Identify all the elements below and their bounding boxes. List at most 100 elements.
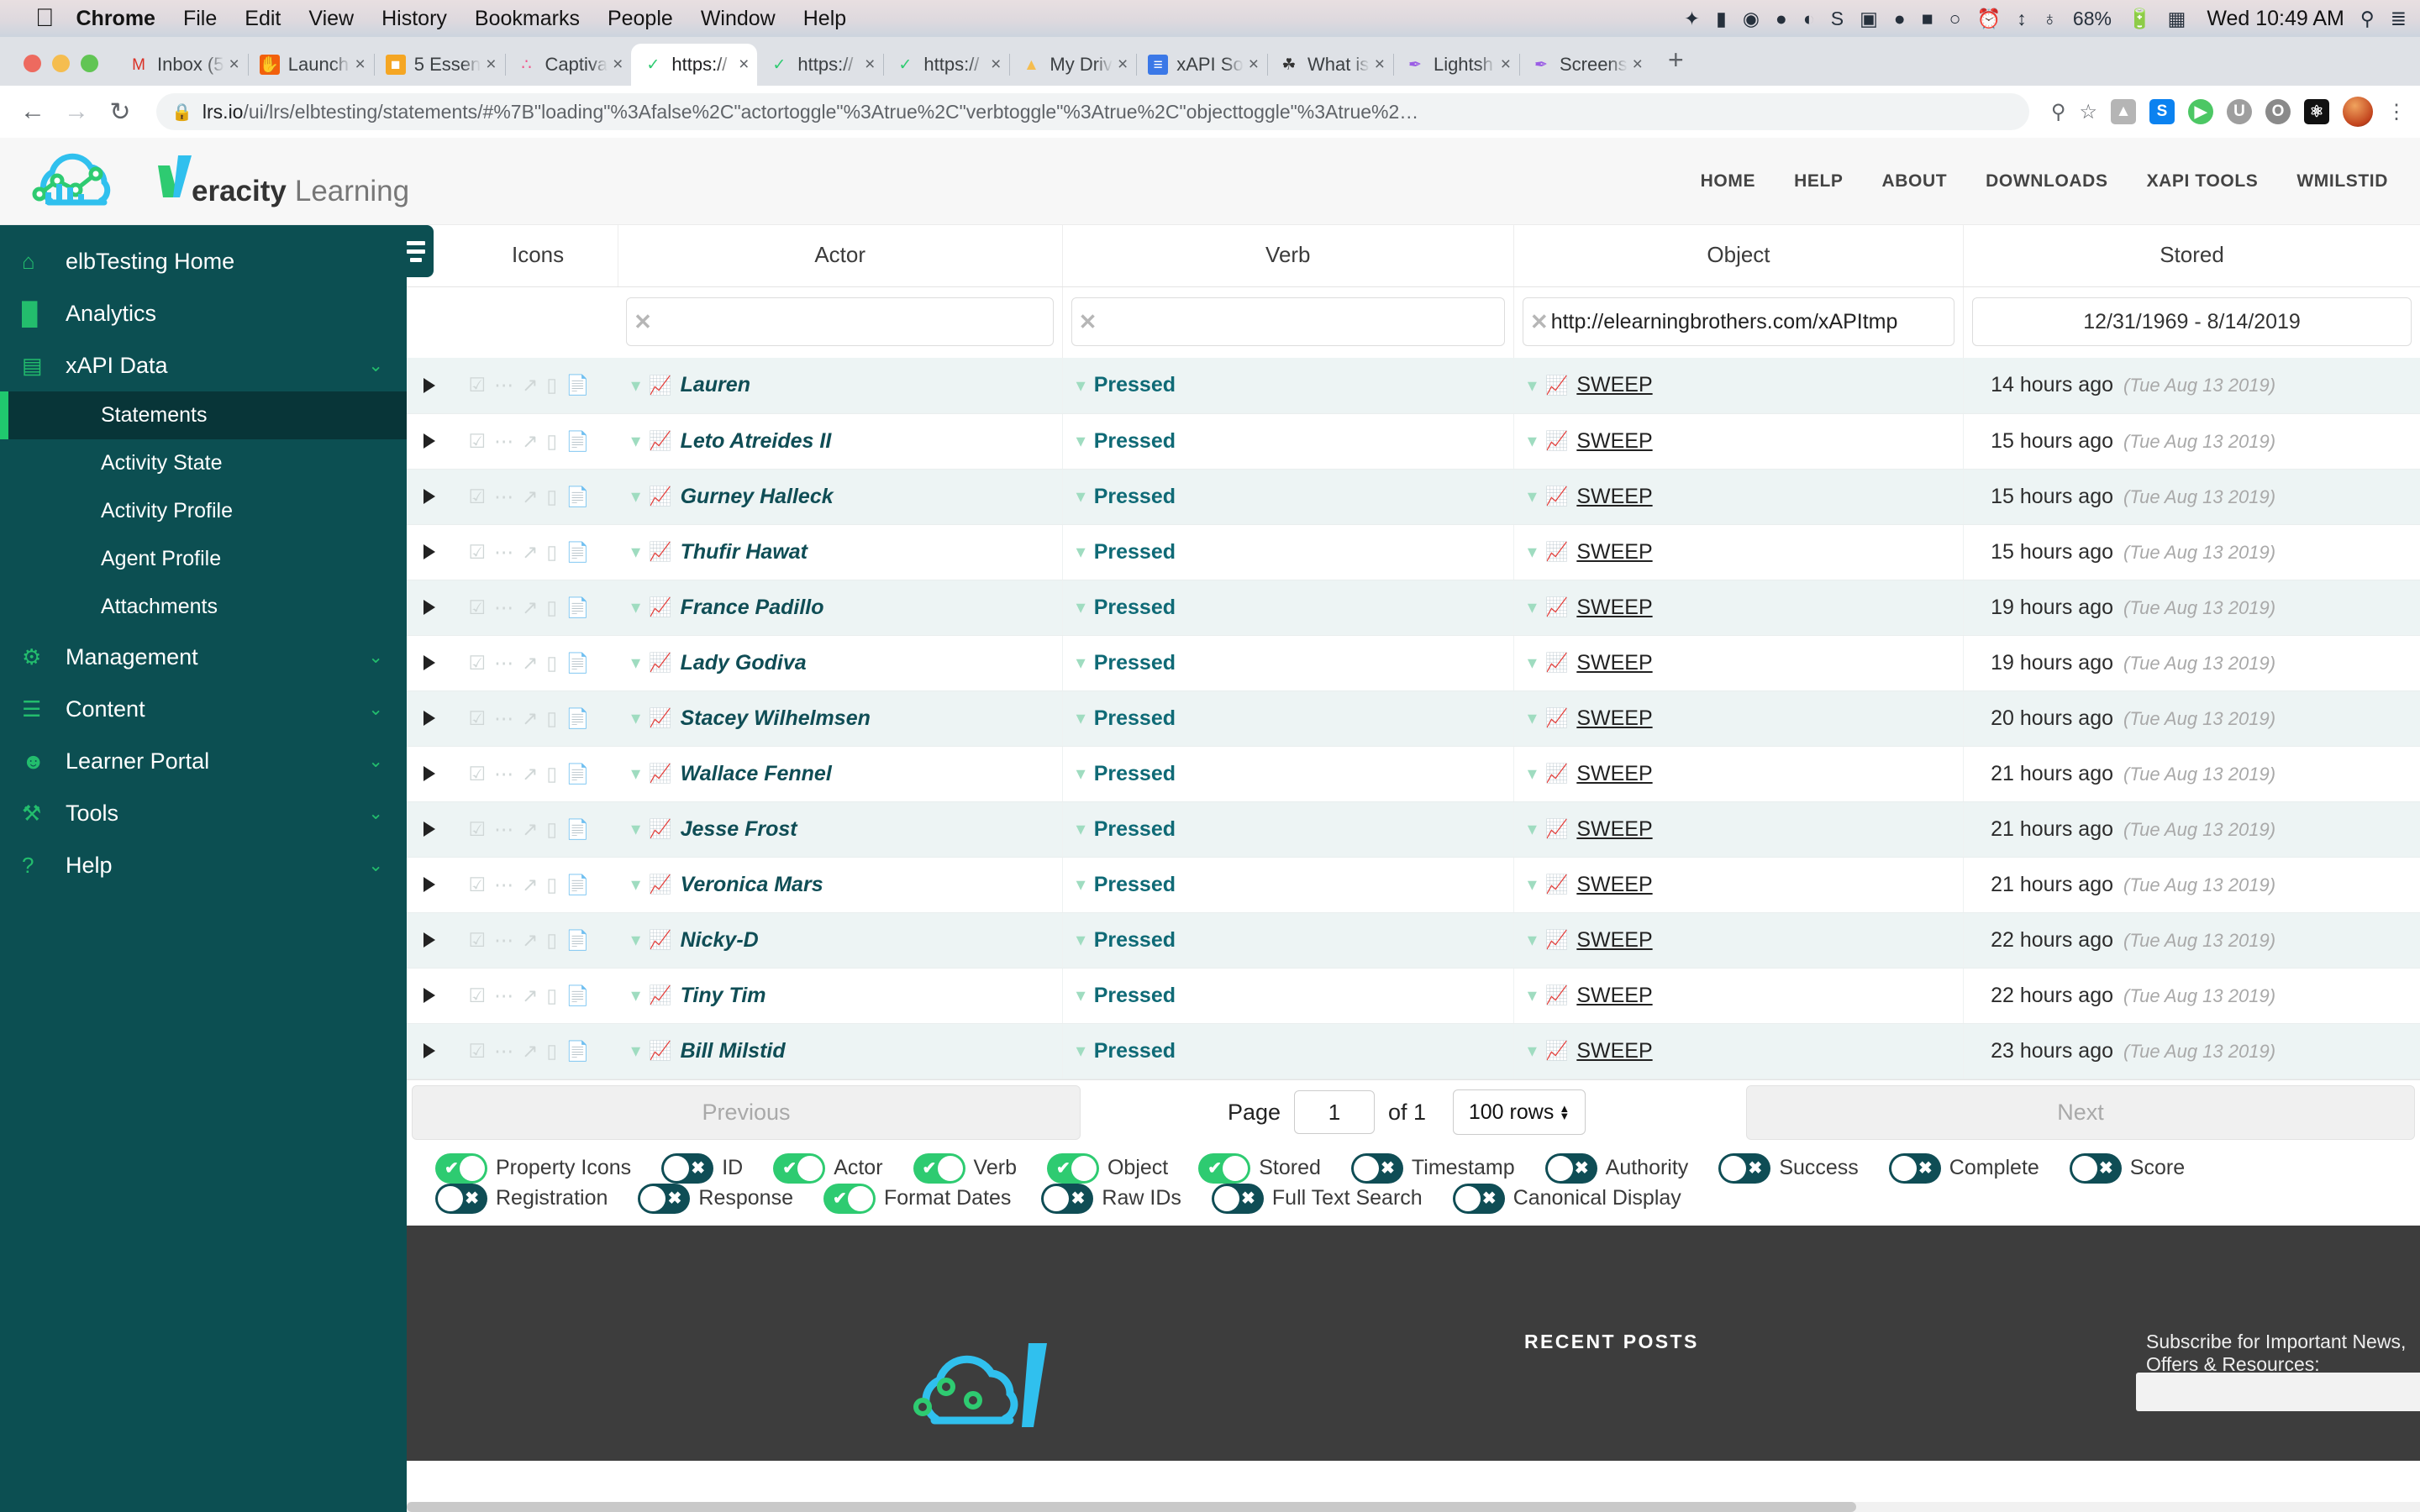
ellipsis-icon[interactable]: ⋯ bbox=[494, 596, 513, 619]
object-analytics-icon[interactable]: 📈 bbox=[1545, 598, 1568, 617]
actor-analytics-icon[interactable]: 📈 bbox=[649, 875, 671, 894]
verb-filter-funnel-icon[interactable]: ▾ bbox=[1076, 543, 1086, 561]
toggle-switch[interactable]: ✖ bbox=[1351, 1153, 1403, 1184]
toggle-object[interactable]: ✔Object bbox=[1047, 1153, 1193, 1184]
verb-filter-funnel-icon[interactable]: ▾ bbox=[1076, 1042, 1086, 1060]
ellipsis-icon[interactable]: ⋯ bbox=[494, 984, 513, 1007]
table-row[interactable]: ☑⋯↗▯📄▾📈Lauren▾Pressed▾📈SWEEP14 hours ago… bbox=[407, 358, 2420, 413]
checkbox-icon[interactable]: ☑ bbox=[469, 929, 487, 952]
row-expand-cell[interactable] bbox=[407, 801, 459, 857]
toggle-authority[interactable]: ✖Authority bbox=[1545, 1153, 1714, 1184]
top-nav-item-help[interactable]: HELP bbox=[1794, 171, 1843, 192]
object-name[interactable]: SWEEP bbox=[1576, 429, 1652, 454]
sidebar-item-elbtesting-home[interactable]: ⌂elbTesting Home bbox=[0, 235, 407, 287]
object-name[interactable]: SWEEP bbox=[1576, 485, 1652, 509]
u-extension-icon[interactable]: U bbox=[2227, 99, 2252, 124]
display-icon[interactable]: ▣ bbox=[1860, 9, 1878, 29]
table-row[interactable]: ☑⋯↗▯📄▾📈Stacey Wilhelmsen▾Pressed▾📈SWEEP2… bbox=[407, 690, 2420, 746]
chrome-menu-icon[interactable]: ⋮ bbox=[2386, 100, 2407, 124]
toggle-format-dates[interactable]: ✔Format Dates bbox=[823, 1184, 1036, 1214]
table-row[interactable]: ☑⋯↗▯📄▾📈Leto Atreides II▾Pressed▾📈SWEEP15… bbox=[407, 413, 2420, 469]
object-filter-funnel-icon[interactable]: ▾ bbox=[1528, 764, 1537, 783]
object-analytics-icon[interactable]: 📈 bbox=[1545, 875, 1568, 894]
actor-filter-funnel-icon[interactable]: ▾ bbox=[631, 376, 640, 395]
toggle-switch[interactable]: ✖ bbox=[1212, 1184, 1264, 1214]
tab-close-icon[interactable]: × bbox=[739, 55, 749, 75]
table-row[interactable]: ☑⋯↗▯📄▾📈France Padillo▾Pressed▾📈SWEEP19 h… bbox=[407, 580, 2420, 635]
table-row[interactable]: ☑⋯↗▯📄▾📈Thufir Hawat▾Pressed▾📈SWEEP15 hou… bbox=[407, 524, 2420, 580]
actor-analytics-icon[interactable]: 📈 bbox=[649, 543, 671, 561]
top-nav-item-downloads[interactable]: DOWNLOADS bbox=[1986, 171, 2107, 192]
verb-filter-funnel-icon[interactable]: ▾ bbox=[1076, 709, 1086, 727]
react-extension-icon[interactable]: ⚛ bbox=[2304, 99, 2329, 124]
ellipsis-icon[interactable]: ⋯ bbox=[494, 430, 513, 453]
object-filter-input[interactable]: ✕ http://elearningbrothers.com/xAPItmp bbox=[1523, 297, 1954, 346]
actor-analytics-icon[interactable]: 📈 bbox=[649, 376, 671, 395]
menu-item-file[interactable]: File bbox=[183, 7, 217, 31]
expand-arrows-icon[interactable]: ↗ bbox=[522, 874, 538, 896]
top-nav-item-home[interactable]: HOME bbox=[1701, 171, 1755, 192]
browser-tab-6[interactable]: ✓https://× bbox=[883, 44, 1009, 86]
document-icon[interactable]: 📄 bbox=[566, 929, 590, 952]
menu-item-people[interactable]: People bbox=[608, 7, 673, 31]
expand-arrows-icon[interactable]: ↗ bbox=[522, 929, 538, 952]
ellipsis-icon[interactable]: ⋯ bbox=[494, 652, 513, 675]
checkbox-icon[interactable]: ☑ bbox=[469, 984, 487, 1007]
mobile-icon[interactable]: ▯ bbox=[546, 596, 557, 619]
object-analytics-icon[interactable]: 📈 bbox=[1545, 654, 1568, 672]
apple-logo-icon[interactable]:  bbox=[35, 6, 55, 31]
column-icons[interactable]: Icons bbox=[459, 225, 618, 287]
toggle-canonical-display[interactable]: ✖Canonical Display bbox=[1453, 1184, 1707, 1214]
toggle-switch[interactable]: ✖ bbox=[1718, 1153, 1770, 1184]
sidebar-item-help[interactable]: ?Help⌄ bbox=[0, 839, 407, 891]
document-icon[interactable]: 📄 bbox=[566, 874, 590, 896]
object-filter-funnel-icon[interactable]: ▾ bbox=[1528, 598, 1537, 617]
timemachine-icon[interactable]: ⏰ bbox=[1977, 9, 2002, 29]
menu-item-edit[interactable]: Edit bbox=[245, 7, 281, 31]
actor-filter-input[interactable]: ✕ bbox=[626, 297, 1054, 346]
verb-filter-funnel-icon[interactable]: ▾ bbox=[1076, 986, 1086, 1005]
menu-item-help[interactable]: Help bbox=[803, 7, 846, 31]
actor-filter-funnel-icon[interactable]: ▾ bbox=[631, 875, 640, 894]
browser-tab-2[interactable]: ■5 Essen× bbox=[374, 44, 505, 86]
document-icon[interactable]: 📄 bbox=[566, 1040, 590, 1063]
ellipsis-icon[interactable]: ⋯ bbox=[494, 1040, 513, 1063]
object-analytics-icon[interactable]: 📈 bbox=[1545, 1042, 1568, 1060]
object-filter-funnel-icon[interactable]: ▾ bbox=[1528, 654, 1537, 672]
toggle-complete[interactable]: ✖Complete bbox=[1889, 1153, 2065, 1184]
row-expand-cell[interactable] bbox=[407, 524, 459, 580]
footer-email-input[interactable] bbox=[2136, 1373, 2420, 1411]
clear-verb-filter-icon[interactable]: ✕ bbox=[1079, 309, 1097, 335]
mobile-icon[interactable]: ▯ bbox=[546, 818, 557, 841]
actor-analytics-icon[interactable]: 📈 bbox=[649, 986, 671, 1005]
expand-triangle-icon[interactable] bbox=[424, 766, 435, 781]
toggle-actor[interactable]: ✔Actor bbox=[773, 1153, 908, 1184]
menu-item-view[interactable]: View bbox=[308, 7, 354, 31]
object-name[interactable]: SWEEP bbox=[1576, 873, 1652, 897]
checkbox-icon[interactable]: ☑ bbox=[469, 652, 487, 675]
tab-close-icon[interactable]: × bbox=[486, 55, 496, 75]
actor-filter-funnel-icon[interactable]: ▾ bbox=[631, 820, 640, 838]
rows-per-page-select[interactable]: 100 rows ▲▼ bbox=[1453, 1089, 1586, 1135]
actor-analytics-icon[interactable]: 📈 bbox=[649, 764, 671, 783]
table-row[interactable]: ☑⋯↗▯📄▾📈Lady Godiva▾Pressed▾📈SWEEP19 hour… bbox=[407, 635, 2420, 690]
object-name[interactable]: SWEEP bbox=[1576, 596, 1652, 620]
ellipsis-icon[interactable]: ⋯ bbox=[494, 818, 513, 841]
sidebar-subitem-activity-profile[interactable]: Activity Profile bbox=[0, 487, 407, 535]
sidebar-item-content[interactable]: ☰Content⌄ bbox=[0, 683, 407, 735]
checkbox-icon[interactable]: ☑ bbox=[469, 430, 487, 453]
profile-avatar[interactable] bbox=[2343, 97, 2373, 127]
top-nav-item-wmilstid[interactable]: WMILSTID bbox=[2296, 171, 2388, 192]
expand-arrows-icon[interactable]: ↗ bbox=[522, 652, 538, 675]
browser-tab-5[interactable]: ✓https://× bbox=[757, 44, 883, 86]
sketch-icon[interactable]: S bbox=[1831, 9, 1844, 29]
mobile-icon[interactable]: ▯ bbox=[546, 874, 557, 896]
mobile-icon[interactable]: ▯ bbox=[546, 652, 557, 675]
expand-arrows-icon[interactable]: ↗ bbox=[522, 984, 538, 1007]
toggle-stored[interactable]: ✔Stored bbox=[1198, 1153, 1346, 1184]
toggle-switch[interactable]: ✖ bbox=[1889, 1153, 1941, 1184]
browser-tab-7[interactable]: ▲My Driv× bbox=[1009, 44, 1136, 86]
actor-analytics-icon[interactable]: 📈 bbox=[649, 1042, 671, 1060]
verb-filter-funnel-icon[interactable]: ▾ bbox=[1076, 432, 1086, 450]
column-verb[interactable]: Verb bbox=[1062, 225, 1513, 287]
